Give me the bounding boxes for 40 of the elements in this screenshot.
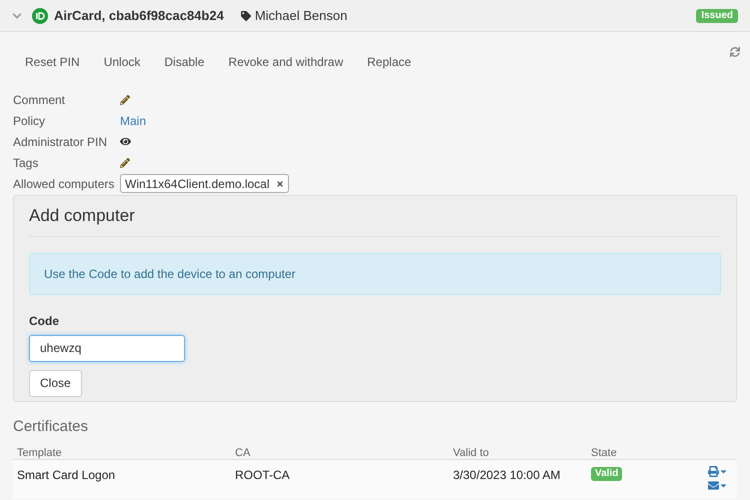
- print-menu[interactable]: [708, 466, 728, 477]
- pencil-icon[interactable]: [120, 158, 130, 168]
- state-badge: Valid: [591, 467, 622, 481]
- property-label: Allowed computers: [13, 176, 116, 192]
- table-cell-text: 3/30/2023 10:00 AM: [453, 467, 562, 484]
- action-button[interactable]: Disable: [152, 47, 216, 77]
- card-id-icon: [32, 8, 48, 24]
- column-header: Valid to: [453, 446, 490, 461]
- email-menu[interactable]: [708, 480, 728, 491]
- info-alert: Use the Code to add the device to an computer: [29, 252, 721, 294]
- column-header: Template: [17, 446, 63, 461]
- tag-icon: [240, 10, 251, 20]
- refresh-icon[interactable]: [730, 47, 740, 57]
- policy-link[interactable]: Main: [120, 112, 146, 130]
- remove-icon[interactable]: [276, 180, 284, 188]
- print-icon: [708, 466, 719, 477]
- table-cell-text: Smart Card Logon: [17, 467, 116, 484]
- code-field[interactable]: uhewzq: [29, 334, 185, 362]
- property-label: Tags: [13, 154, 40, 172]
- property-label: Policy: [13, 112, 46, 130]
- code-label: Code: [29, 312, 60, 330]
- envelope-icon: [708, 480, 719, 491]
- action-button[interactable]: Revoke and withdraw: [216, 47, 356, 77]
- table-cell-text: ROOT-CA: [235, 467, 291, 484]
- column-header: State: [591, 446, 618, 461]
- property-label: Administrator PIN: [13, 134, 108, 150]
- eye-icon[interactable]: [120, 136, 131, 147]
- computer-tag: Win11x64Client.demo.local: [120, 174, 289, 193]
- action-button[interactable]: Reset PIN: [13, 47, 92, 77]
- card-title: AirCard, cbab6f98cac84b24: [54, 6, 224, 25]
- column-header: CA: [235, 446, 252, 461]
- action-button[interactable]: Unlock: [92, 47, 152, 77]
- owner-name: Michael Benson: [254, 6, 348, 25]
- panel-title: Add computer: [29, 196, 721, 236]
- property-label: Comment: [13, 92, 66, 108]
- pencil-icon[interactable]: [120, 94, 130, 104]
- status-badge: Issued: [696, 8, 738, 22]
- close-button[interactable]: Close: [29, 370, 82, 396]
- section-title: Certificates: [13, 416, 90, 436]
- action-button[interactable]: Replace: [355, 47, 424, 77]
